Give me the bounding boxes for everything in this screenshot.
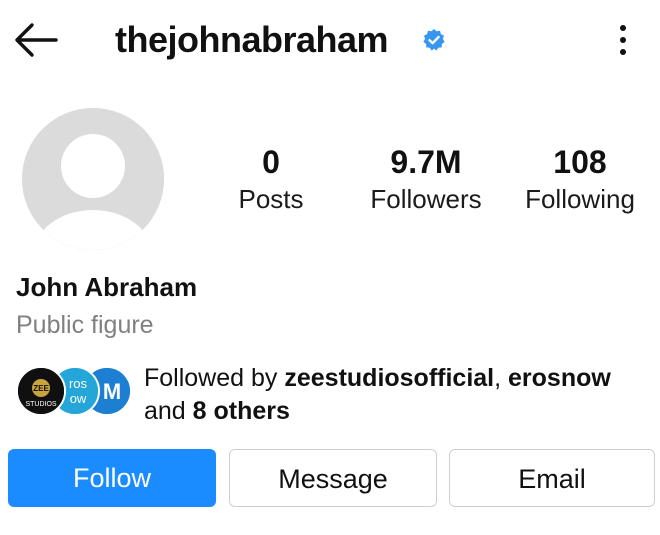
back-button[interactable] — [12, 20, 58, 60]
mutual-followers-avatars[interactable]: ZEE STUDIOS ros ow M — [16, 366, 132, 416]
mutual-others-link[interactable]: 8 others — [193, 397, 290, 425]
profile-username: thejohnabraham — [115, 19, 389, 60]
posts-label: Posts — [238, 184, 304, 214]
followed-by-text[interactable]: Followed by zeestudiosofficial, erosnow a… — [144, 362, 654, 428]
svg-text:M: M — [103, 379, 121, 404]
zee-studios-avatar: ZEE STUDIOS — [16, 366, 66, 416]
message-button[interactable]: Message — [229, 449, 437, 507]
mutual-account-link[interactable]: zeestudiosofficial — [284, 364, 494, 392]
following-count: 108 — [553, 144, 607, 180]
follow-button[interactable]: Follow — [8, 449, 216, 507]
arrow-left-icon — [15, 23, 58, 57]
svg-text:ow: ow — [70, 391, 87, 406]
default-avatar-icon — [22, 108, 164, 250]
followed-by-prefix: Followed by — [144, 364, 285, 392]
profile-category: Public figure — [16, 311, 154, 339]
mutual-account-link[interactable]: erosnow — [508, 364, 611, 392]
svg-text:ZEE: ZEE — [33, 384, 49, 393]
svg-text:ros: ros — [69, 376, 88, 391]
following-label: Following — [525, 184, 635, 214]
followers-label: Followers — [370, 184, 482, 214]
followed-by-separator: , — [494, 364, 509, 392]
followers-count: 9.7M — [390, 144, 462, 180]
posts-stat[interactable]: 0 Posts — [228, 142, 314, 216]
svg-text:STUDIOS: STUDIOS — [25, 401, 56, 408]
profile-avatar[interactable] — [22, 108, 164, 250]
followers-stat[interactable]: 9.7M Followers — [360, 142, 492, 216]
email-button[interactable]: Email — [449, 449, 655, 507]
zee-studios-logo: ZEE STUDIOS — [18, 368, 64, 414]
followed-by-middle: and — [144, 397, 193, 425]
more-options-button[interactable] — [606, 18, 640, 62]
profile-header: thejohnabraham — [0, 0, 660, 82]
more-vertical-icon — [620, 25, 626, 55]
verified-badge-icon — [423, 29, 445, 51]
profile-display-name: John Abraham — [16, 272, 198, 302]
following-stat[interactable]: 108 Following — [514, 142, 646, 216]
posts-count: 0 — [262, 144, 280, 180]
